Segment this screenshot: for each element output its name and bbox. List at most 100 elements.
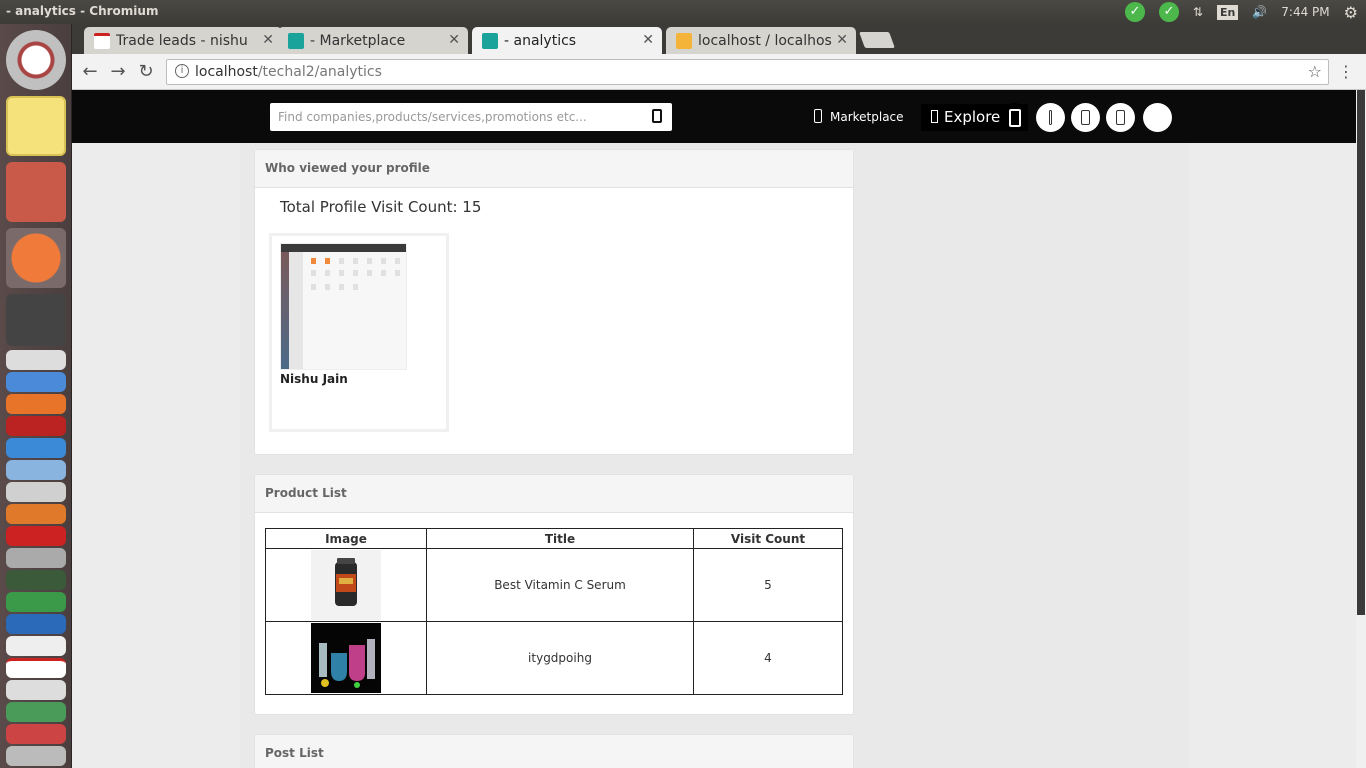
thumb-file	[311, 270, 316, 276]
browser-toolbar: ← → ↻ i localhost/techal2/analytics ☆ ⋮	[72, 54, 1366, 90]
url-path: /techal2/analytics	[257, 64, 382, 80]
sublime-text-icon[interactable]	[6, 294, 66, 346]
tab-phpmyadmin[interactable]: localhost / localhos ✕	[666, 27, 856, 54]
thumb-file	[381, 270, 386, 276]
app-icon-8[interactable]	[6, 592, 66, 612]
app-icon-11[interactable]	[6, 680, 66, 700]
page-scrollbar[interactable]	[1356, 90, 1366, 768]
web-page: Find companies,products/services,promoti…	[72, 90, 1356, 768]
messages-icon[interactable]	[1071, 103, 1100, 132]
thumb-file	[353, 284, 358, 290]
settings-gear-icon[interactable]: ⚙	[1344, 3, 1358, 22]
clock[interactable]: 7:44 PM	[1281, 5, 1329, 19]
reload-icon[interactable]: ↻	[134, 60, 158, 84]
marketplace-label: Marketplace	[830, 110, 904, 124]
viewer-photo[interactable]	[280, 243, 407, 370]
product-list-panel: Product List Image Title Visit Count Bes…	[254, 474, 854, 715]
search-placeholder: Find companies,products/services,promoti…	[278, 110, 587, 124]
thumb-file	[381, 258, 386, 264]
notification-icon[interactable]	[1036, 103, 1065, 132]
file-cabinet-icon[interactable]	[6, 162, 66, 222]
close-tab-icon[interactable]: ✕	[836, 32, 848, 48]
firefox-icon[interactable]	[6, 394, 66, 414]
app-icon-3[interactable]	[6, 482, 66, 502]
pen-tool-icon[interactable]	[6, 228, 66, 288]
update-check-icon[interactable]: ✓	[1158, 2, 1179, 22]
thumb-file	[325, 270, 330, 276]
search-icon[interactable]	[652, 109, 662, 123]
thumb-file	[395, 258, 400, 264]
site-favicon-icon	[482, 33, 498, 49]
close-tab-icon[interactable]: ✕	[448, 32, 460, 48]
sync-check-icon[interactable]: ✓	[1124, 2, 1145, 22]
chromium-icon[interactable]	[6, 372, 66, 392]
site-info-icon[interactable]: i	[175, 64, 189, 78]
thumb-file	[353, 270, 358, 276]
product-image-cell	[265, 621, 427, 695]
table-row[interactable]: itygdpoihg 4	[265, 621, 843, 695]
thumb-file	[367, 270, 372, 276]
window-title: - analytics - Chromium	[6, 4, 159, 18]
gmail-icon[interactable]	[6, 658, 66, 678]
ubuntu-dash-icon[interactable]	[6, 30, 66, 90]
new-tab-button[interactable]	[859, 32, 895, 48]
app-icon-13[interactable]	[6, 724, 66, 744]
user-avatar[interactable]	[1143, 103, 1172, 132]
table-row[interactable]: Best Vitamin C Serum 5	[265, 548, 843, 622]
viewer-card[interactable]: Nishu Jain	[269, 233, 449, 432]
product-visit-count: 4	[693, 621, 843, 695]
panel-title: Product List	[255, 475, 853, 513]
thumb-file	[367, 258, 372, 264]
thumb-file	[339, 270, 344, 276]
back-arrow-icon[interactable]: ←	[78, 60, 102, 84]
close-tab-icon[interactable]: ✕	[262, 32, 274, 48]
text-editor-icon[interactable]	[6, 350, 66, 370]
phpmyadmin-favicon-icon	[676, 33, 692, 49]
product-image[interactable]	[311, 550, 381, 620]
app-icon-10[interactable]	[6, 636, 66, 656]
app-icon-5[interactable]	[6, 526, 66, 546]
browser-menu-icon[interactable]: ⋮	[1338, 62, 1354, 81]
requests-icon[interactable]	[1106, 103, 1135, 132]
forward-arrow-icon[interactable]: →	[106, 60, 130, 84]
app-icon-1[interactable]	[6, 438, 66, 458]
sticky-notes-icon[interactable]	[6, 96, 66, 156]
thumb-file	[311, 284, 316, 290]
app-icon-6[interactable]	[6, 548, 66, 568]
trash-icon[interactable]	[6, 746, 66, 766]
tab-analytics[interactable]: - analytics ✕	[472, 27, 662, 54]
thumb-file	[339, 258, 344, 264]
filezilla-icon[interactable]	[6, 416, 66, 436]
search-input[interactable]: Find companies,products/services,promoti…	[270, 103, 672, 131]
site-header: Find companies,products/services,promoti…	[72, 90, 1356, 143]
product-image[interactable]	[311, 623, 381, 693]
explore-icon	[931, 110, 938, 123]
address-bar[interactable]: i localhost/techal2/analytics ☆	[166, 59, 1329, 85]
tab-marketplace[interactable]: - Marketplace ✕	[278, 27, 468, 54]
app-icon-7[interactable]	[6, 570, 66, 590]
tab-trade-leads[interactable]: Trade leads - nishu ✕	[84, 27, 282, 54]
keyboard-layout-indicator[interactable]: En	[1216, 4, 1239, 20]
explore-button[interactable]: Explore	[921, 103, 1028, 131]
explore-label: Explore	[944, 108, 1001, 126]
column-header: Title	[426, 528, 694, 549]
app-icon-9[interactable]	[6, 614, 66, 634]
thumb-file	[325, 258, 330, 264]
thumb-launcher	[281, 252, 289, 369]
marketplace-link[interactable]: Marketplace	[814, 109, 904, 124]
close-tab-icon[interactable]: ✕	[642, 32, 654, 48]
viewer-name[interactable]: Nishu Jain	[280, 372, 348, 386]
network-icon[interactable]: ⇅	[1193, 5, 1203, 19]
product-visit-count: 5	[693, 548, 843, 622]
device-icon[interactable]	[1000, 103, 1028, 131]
main-content: Who viewed your profile Total Profile Vi…	[240, 143, 1190, 768]
app-icon-12[interactable]	[6, 702, 66, 722]
scrollbar-thumb[interactable]	[1357, 90, 1365, 615]
column-header: Visit Count	[693, 528, 843, 549]
app-icon-4[interactable]	[6, 504, 66, 524]
app-icon-2[interactable]	[6, 460, 66, 480]
volume-icon[interactable]: 🔊	[1252, 5, 1267, 19]
bookmark-star-icon[interactable]: ☆	[1308, 62, 1322, 81]
system-top-bar: - analytics - Chromium ✓ ✓ ⇅ En 🔊 7:44 P…	[0, 0, 1366, 24]
product-title: itygdpoihg	[426, 621, 694, 695]
